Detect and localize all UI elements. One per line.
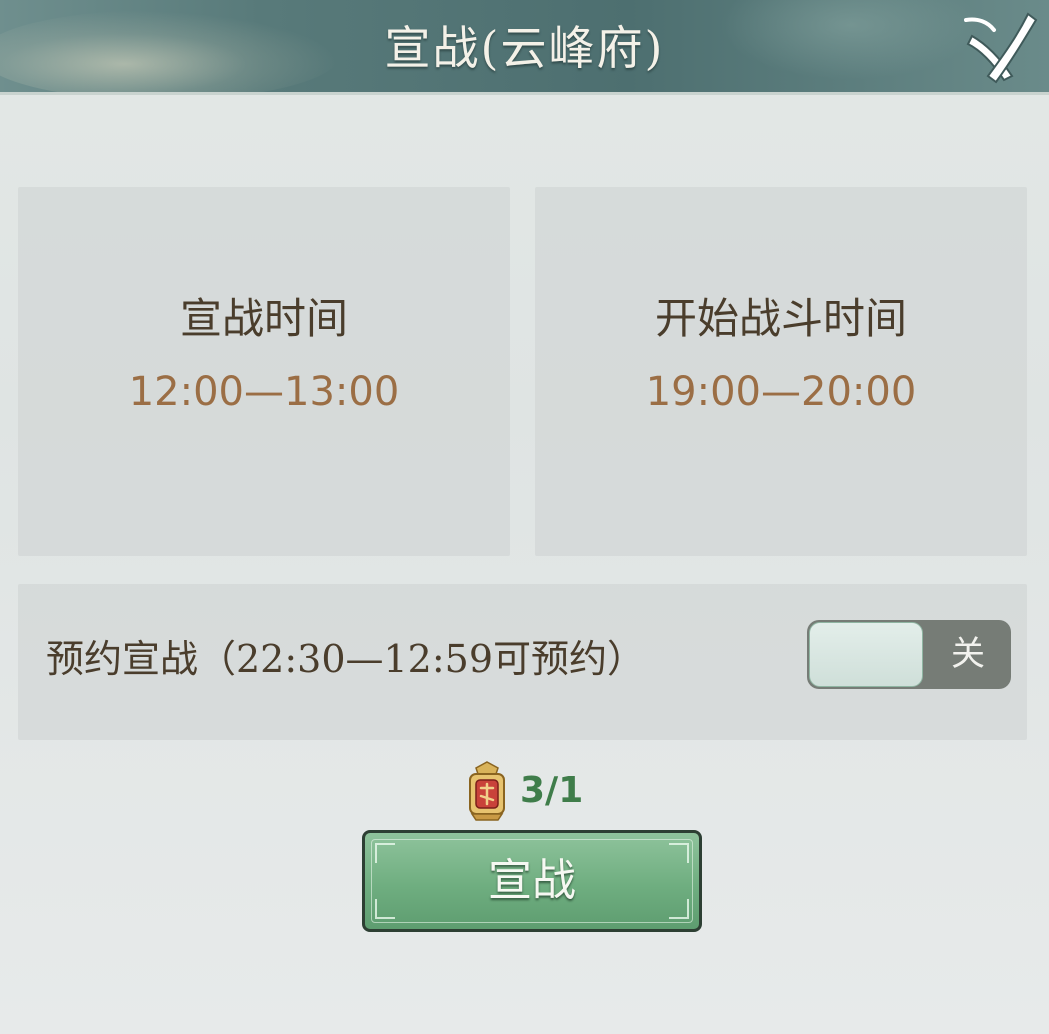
title-bar: 宣战(云峰府) [0,0,1049,95]
reservation-label: 预约宣战（22:30—12:59可预约） [46,637,646,681]
declare-time-label: 宣战时间 [179,294,348,343]
battle-time-card: 开始战斗时间 19:00—20:00 [535,187,1027,556]
toggle-knob [809,622,923,687]
declare-time-card: 宣战时间 12:00—13:00 [18,187,510,556]
battle-time-value: 19:00—20:00 [645,369,917,415]
war-token-icon [469,761,505,821]
close-button[interactable] [958,6,1042,90]
dialog-title: 宣战(云峰府) [384,21,665,75]
declare-cost: 3/1 [462,756,602,826]
declare-count: 3/1 [520,770,584,811]
toggle-state-label: 关 [951,634,985,674]
declare-war-label: 宣战 [488,855,576,906]
close-x-icon [964,12,1038,84]
declare-war-button[interactable]: 宣战 [362,830,702,932]
battle-time-label: 开始战斗时间 [654,294,907,343]
declare-time-value: 12:00—13:00 [128,369,400,415]
reservation-toggle[interactable]: 关 [807,620,1011,689]
